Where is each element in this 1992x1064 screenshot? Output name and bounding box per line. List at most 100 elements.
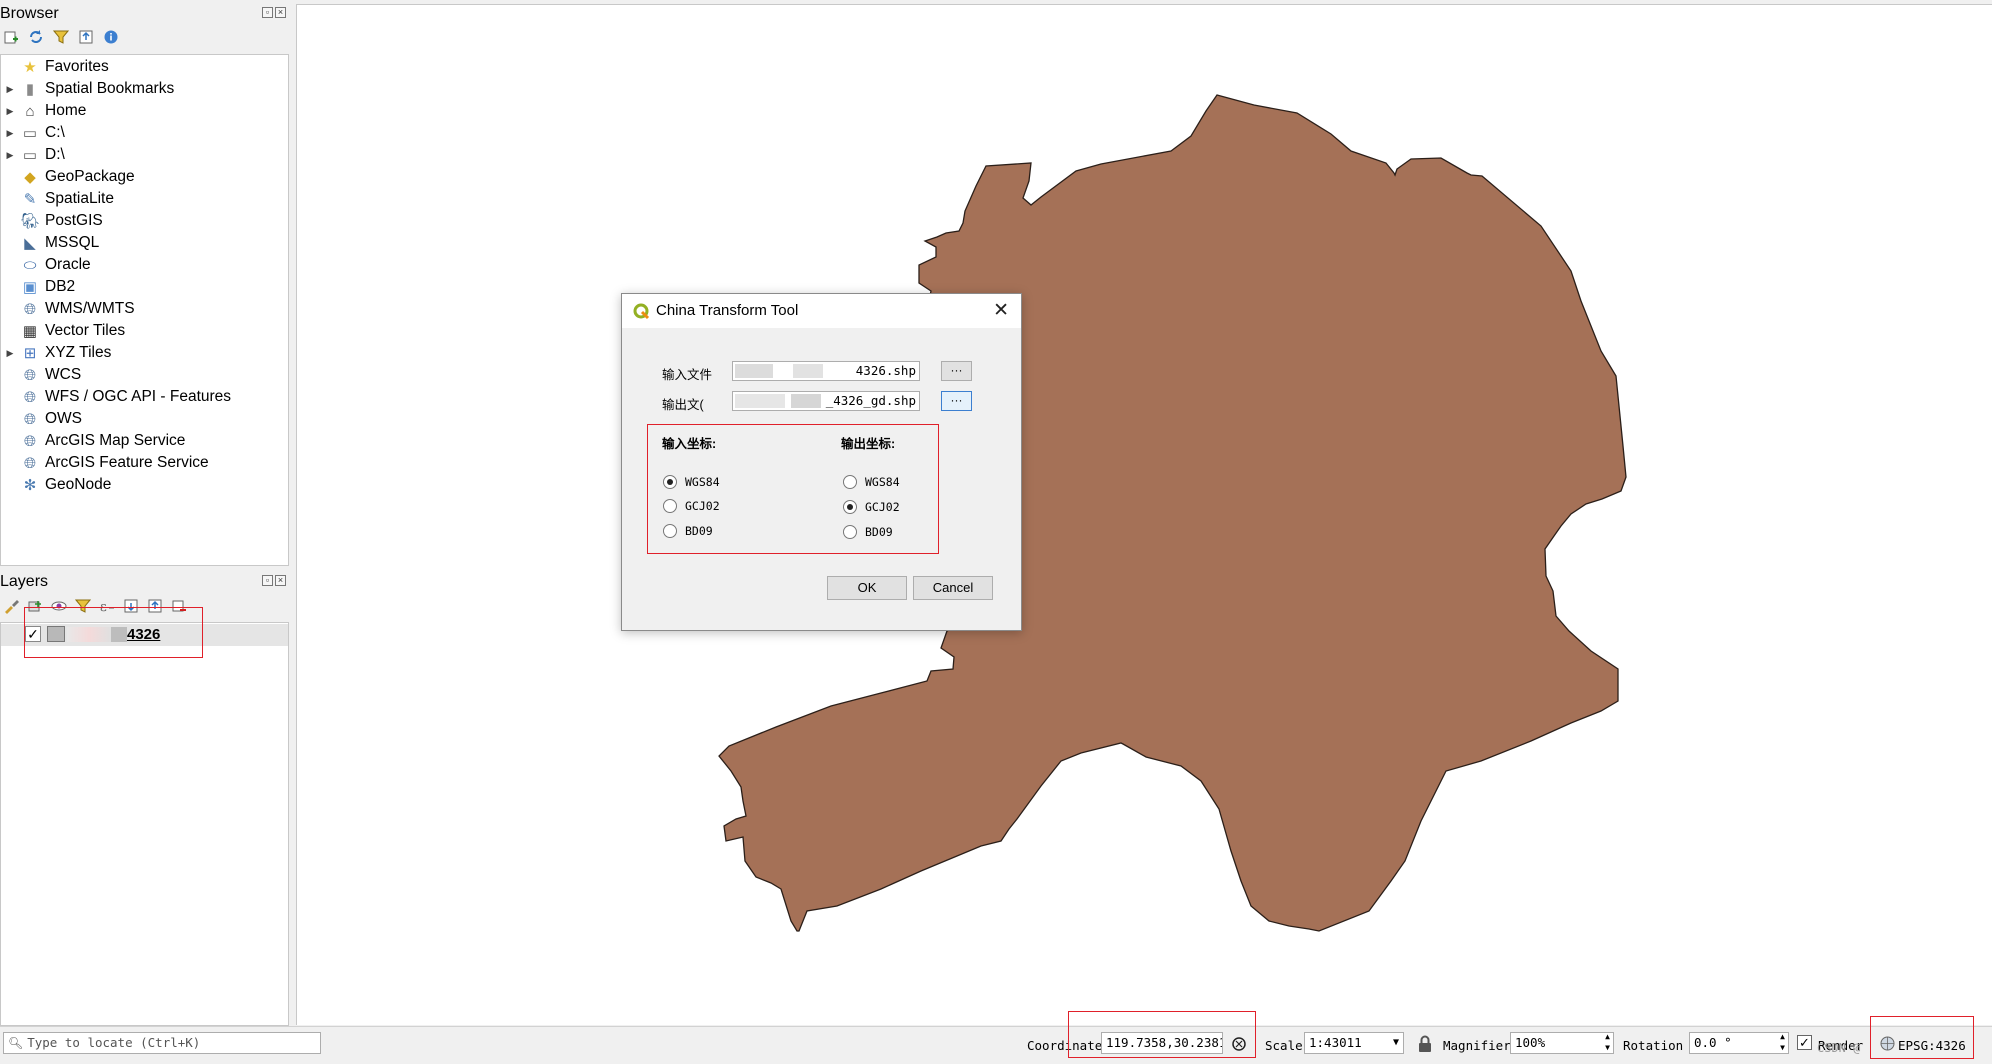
locator-placeholder: Type to locate (Ctrl+K) xyxy=(27,1035,201,1050)
browser-tree-item[interactable]: ▶ ▭ D:\ xyxy=(1,144,65,166)
magnifier-spinbox[interactable]: 100% ▲ ▼ xyxy=(1510,1032,1614,1054)
layers-tree: ✓ 4326 xyxy=(0,622,289,1026)
float-panel-button[interactable]: ▫ xyxy=(262,7,273,18)
rotation-value: 0.0 ° xyxy=(1694,1035,1732,1050)
highlight-box-crs-options xyxy=(647,424,939,554)
globe-icon: 🌐︎ xyxy=(23,388,36,406)
browse-output-button[interactable]: ··· xyxy=(941,391,972,411)
browser-tree-item[interactable]: 🌐︎ WCS xyxy=(1,364,81,386)
geopackage-icon: ◆ xyxy=(24,169,36,186)
qgis-logo-icon xyxy=(633,303,650,320)
layers-panel-controls: ▫ × xyxy=(262,575,286,586)
browser-tree-item[interactable]: ⬭ Oracle xyxy=(1,254,91,276)
browse-input-button[interactable]: ··· xyxy=(941,361,972,381)
expand-arrow-icon[interactable]: ▶ xyxy=(1,128,19,139)
browser-tree-item-label: Oracle xyxy=(45,256,91,273)
locator-search-input[interactable]: 🔍︎ Type to locate (Ctrl+K) xyxy=(3,1032,321,1054)
browser-tree-item[interactable]: 🌐︎ OWS xyxy=(1,408,82,430)
rotation-label: Rotation xyxy=(1623,1038,1684,1053)
browser-tree-item-label: GeoPackage xyxy=(45,168,135,185)
search-icon: 🔍︎ xyxy=(8,1036,24,1050)
browser-tree-item[interactable]: ◆ GeoPackage xyxy=(1,166,135,188)
browser-tree-item-label: WCS xyxy=(45,366,82,383)
float-panel-button[interactable]: ▫ xyxy=(262,575,273,586)
rotation-spinbox[interactable]: 0.0 ° ▲ ▼ xyxy=(1689,1032,1789,1054)
style-brush-icon[interactable] xyxy=(3,598,19,614)
layers-panel-title: Layers xyxy=(0,573,49,590)
close-panel-button[interactable]: × xyxy=(275,7,286,18)
browser-tree-item[interactable]: ▶ ▮ Spatial Bookmarks xyxy=(1,78,175,100)
globe-icon: 🌐︎ xyxy=(23,300,36,318)
home-icon: ⌂ xyxy=(25,102,35,120)
browser-tree-item[interactable]: ▶ ▭ C:\ xyxy=(1,122,65,144)
output-file-value: _4326_gd.shp xyxy=(825,393,916,408)
browser-tree-item[interactable]: ▶ ⌂ Home xyxy=(1,100,87,122)
bookmark-icon: ▮ xyxy=(25,81,35,98)
browser-tree-item[interactable]: ▶ ⊞ XYZ Tiles xyxy=(1,342,112,364)
browser-tree: ★ Favorites ▶ ▮ Spatial Bookmarks ▶ ⌂ Home ▶ ▭ C:\… xyxy=(0,54,289,566)
geonode-icon: ✻ xyxy=(23,477,37,494)
grid-icon: ▦ xyxy=(22,323,38,340)
scale-value: 1:43011 xyxy=(1309,1035,1362,1050)
browser-tree-item-label: PostGIS xyxy=(45,212,103,229)
add-selected-layers-icon[interactable] xyxy=(3,29,19,45)
browser-tree-item-label: OWS xyxy=(45,410,83,427)
browser-tree-item[interactable]: 🌐︎ WMS/WMTS xyxy=(1,298,135,320)
refresh-icon[interactable] xyxy=(28,29,44,45)
lock-icon[interactable] xyxy=(1418,1035,1432,1053)
browser-tree-item-label: GeoNode xyxy=(45,476,112,493)
redacted-area xyxy=(793,364,823,378)
input-file-value: 4326.shp xyxy=(855,363,916,378)
scale-label: Scale xyxy=(1265,1038,1303,1053)
properties-info-icon[interactable] xyxy=(103,29,119,45)
magnifier-label: Magnifier xyxy=(1443,1038,1511,1053)
browser-tree-item[interactable]: 🌐︎ ArcGIS Feature Service xyxy=(1,452,209,474)
star-icon: ★ xyxy=(23,59,37,76)
spinner-arrows-icon: ▲ ▼ xyxy=(1605,1032,1610,1052)
browser-tree-item-label: Spatial Bookmarks xyxy=(45,80,175,97)
globe-icon: 🌐︎ xyxy=(23,432,36,450)
render-checkbox[interactable]: ✓ xyxy=(1797,1035,1812,1050)
spatialite-icon: ✎ xyxy=(23,191,37,208)
highlight-box-coordinate xyxy=(1068,1011,1256,1058)
db2-icon: ▣ xyxy=(22,279,38,296)
output-file-field[interactable]: _4326_gd.shp xyxy=(732,391,920,411)
browser-tree-item-label: D:\ xyxy=(45,146,65,163)
filter-icon[interactable] xyxy=(53,29,69,45)
watermark-text: CSDN @ xyxy=(1817,1041,1861,1055)
browser-tree-item[interactable]: ★ Favorites xyxy=(1,56,108,78)
browser-tree-item-label: Vector Tiles xyxy=(45,322,126,339)
close-panel-button[interactable]: × xyxy=(275,575,286,586)
browser-tree-item[interactable]: ✻ GeoNode xyxy=(1,474,112,496)
close-icon[interactable]: ✕ xyxy=(993,299,1009,322)
browser-tree-item[interactable]: 🌐︎ ArcGIS Map Service xyxy=(1,430,185,452)
browser-tree-item[interactable]: ▣ DB2 xyxy=(1,276,75,298)
expand-arrow-icon[interactable]: ▶ xyxy=(1,150,19,161)
browser-tree-item-label: ArcGIS Map Service xyxy=(45,432,186,449)
chevron-down-icon: ▼ xyxy=(1392,1037,1399,1048)
folder-icon: ▭ xyxy=(22,125,38,142)
browser-tree-item[interactable]: 🌐︎ WFS / OGC API - Features xyxy=(1,386,231,408)
globe-icon: 🌐︎ xyxy=(23,454,36,472)
input-file-field[interactable]: 4326.shp xyxy=(732,361,920,381)
expand-arrow-icon[interactable]: ▶ xyxy=(1,106,19,117)
postgis-icon: 🐘︎ xyxy=(20,213,40,230)
browser-tree-item[interactable]: ✎ SpatiaLite xyxy=(1,188,114,210)
expand-arrow-icon[interactable]: ▶ xyxy=(1,348,19,359)
browser-tree-item[interactable]: ◣ MSSQL xyxy=(1,232,99,254)
output-file-label: 输出文( xyxy=(662,398,704,412)
globe-icon: 🌐︎ xyxy=(23,410,36,428)
highlight-box-layer xyxy=(24,607,203,658)
input-file-label: 输入文件 xyxy=(662,368,713,382)
cancel-button[interactable]: Cancel xyxy=(913,576,993,600)
ok-button[interactable]: OK xyxy=(827,576,907,600)
browser-tree-item[interactable]: 🐘︎ PostGIS xyxy=(1,210,103,232)
browser-tree-item-label: WFS / OGC API - Features xyxy=(45,388,232,405)
scale-combobox[interactable]: 1:43011 ▼ xyxy=(1304,1032,1404,1054)
browser-tree-item[interactable]: ▦ Vector Tiles xyxy=(1,320,125,342)
dialog-title: China Transform Tool xyxy=(656,302,799,319)
collapse-all-icon[interactable] xyxy=(78,29,94,45)
expand-arrow-icon[interactable]: ▶ xyxy=(1,84,19,95)
map-canvas[interactable] xyxy=(296,4,1992,1025)
spinner-arrows-icon: ▲ ▼ xyxy=(1780,1032,1785,1052)
